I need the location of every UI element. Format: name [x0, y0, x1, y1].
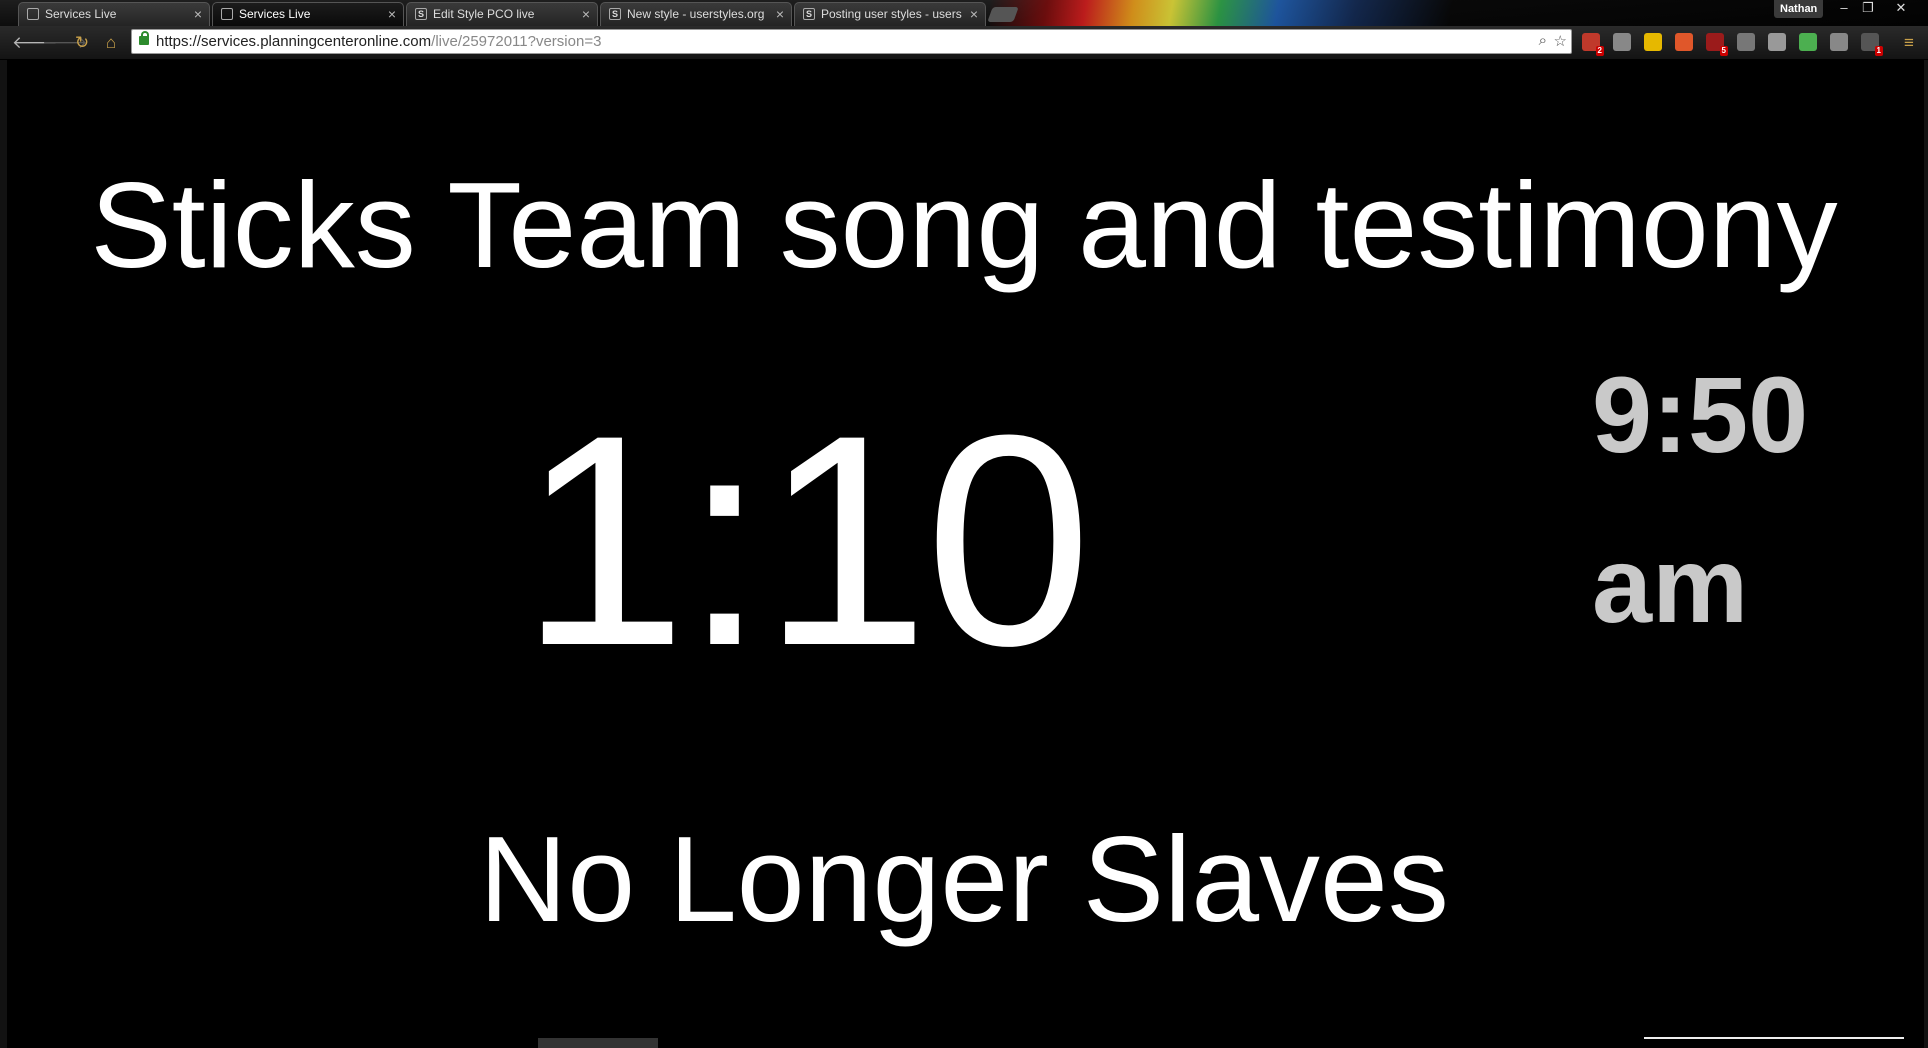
firefox-sync-icon[interactable] [1675, 33, 1693, 51]
zoom-icon[interactable]: ⌕ [1539, 32, 1547, 49]
tab-edit-style[interactable]: S Edit Style PCO live × [406, 2, 598, 26]
current-time-clock: 9:50 am [1592, 330, 1808, 670]
home-icon[interactable]: ⌂ [100, 32, 122, 54]
tab-label: New style - userstyles.org [627, 7, 765, 21]
minimize-icon[interactable]: – [1833, 0, 1855, 16]
pushbullet-icon[interactable] [1644, 33, 1662, 51]
page-icon [27, 8, 39, 20]
mail-icon[interactable] [1613, 33, 1631, 51]
lock-icon [139, 31, 149, 45]
bookmark-star-icon[interactable]: ☆ [1554, 32, 1567, 50]
extension-badge: 1 [1874, 46, 1883, 56]
userstyles-icon: S [609, 8, 621, 20]
tab-services-live-1[interactable]: Services Live × [18, 2, 210, 26]
tab-label: Posting user styles - users [821, 7, 962, 21]
back-arrow-icon[interactable]: 🡐 [12, 32, 58, 54]
drive-icon[interactable] [1768, 33, 1786, 51]
address-bar[interactable]: https://services.planningcenteronline.co… [131, 29, 1572, 54]
tab-label: Services Live [239, 7, 311, 21]
close-tab-icon[interactable]: × [194, 3, 202, 25]
close-tab-icon[interactable]: × [582, 3, 590, 25]
ublock-icon[interactable]: 5 [1706, 33, 1728, 56]
next-song-title: No Longer Slaves [479, 811, 1449, 947]
clock-time: 9:50 [1592, 354, 1809, 475]
image-icon[interactable] [1737, 33, 1755, 51]
userstyles-icon: S [803, 8, 815, 20]
close-tab-icon[interactable]: × [970, 3, 978, 25]
stylish-icon[interactable]: 1 [1861, 33, 1883, 56]
profile-button[interactable]: Nathan [1774, 0, 1824, 18]
countdown-timer: 1:10 [520, 372, 1092, 708]
browser-toolbar: 🡐 🡒 ↻ ⌂ https://services.planningcentero… [0, 26, 1928, 60]
current-item-title: Sticks Team song and testimony [90, 157, 1838, 293]
tab-posting-user-styles[interactable]: S Posting user styles - users × [794, 2, 986, 26]
menu-icon[interactable]: ≡ [1898, 32, 1920, 54]
close-tab-icon[interactable]: × [776, 3, 784, 25]
url-text: https://services.planningcenteronline.co… [156, 33, 602, 50]
live-view-stage: Sticks Team song and testimony 1:10 9:50… [0, 60, 1928, 1048]
window-icon[interactable] [1830, 33, 1848, 51]
close-tab-icon[interactable]: × [388, 3, 396, 25]
bottom-divider [1644, 1037, 1904, 1039]
horizontal-scrollbar-thumb[interactable] [538, 1038, 658, 1048]
extension-badge: 5 [1719, 46, 1728, 56]
tab-new-style[interactable]: S New style - userstyles.org × [600, 2, 792, 26]
restore-icon[interactable]: ❐ [1857, 0, 1879, 16]
tab-strip: Services Live × Services Live × S Edit S… [0, 0, 1928, 26]
tab-label: Edit Style PCO live [433, 7, 535, 21]
extension-badge: 2 [1595, 46, 1604, 56]
forward-arrow-icon[interactable]: 🡒 [42, 32, 88, 54]
evernote-icon[interactable] [1799, 33, 1817, 51]
close-window-icon[interactable]: ✕ [1890, 0, 1912, 16]
reload-icon[interactable]: ↻ [71, 32, 93, 54]
clock-ampm: am [1592, 524, 1749, 645]
tab-services-live-2[interactable]: Services Live × [212, 2, 404, 26]
tab-label: Services Live [45, 7, 117, 21]
lastpass-icon[interactable]: 2 [1582, 33, 1604, 56]
userstyles-icon: S [415, 8, 427, 20]
page-icon [221, 8, 233, 20]
